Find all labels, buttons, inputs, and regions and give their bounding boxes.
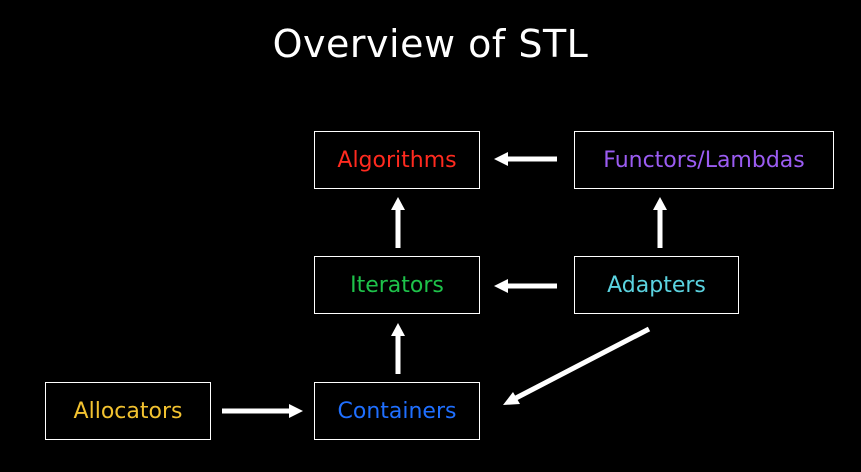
node-algorithms-label: Algorithms (337, 147, 457, 173)
arrow-allocators-to-containers (222, 404, 303, 418)
node-adapters: Adapters (574, 256, 739, 314)
arrow-iterators-to-algorithms (391, 197, 405, 248)
node-functors-lambdas: Functors/Lambdas (574, 131, 834, 189)
node-iterators-label: Iterators (350, 272, 444, 298)
node-containers: Containers (314, 382, 480, 440)
node-iterators: Iterators (314, 256, 480, 314)
arrow-containers-to-iterators (391, 323, 405, 374)
node-allocators-label: Allocators (73, 398, 183, 424)
node-containers-label: Containers (337, 398, 457, 424)
node-adapters-label: Adapters (607, 272, 706, 298)
arrow-adapters-to-iterators (494, 279, 557, 293)
node-functors-lambdas-label: Functors/Lambdas (603, 147, 805, 173)
arrow-adapters-to-containers (503, 326, 651, 405)
node-allocators: Allocators (45, 382, 211, 440)
arrow-functors-to-algorithms (494, 152, 557, 166)
arrow-adapters-to-functors (653, 197, 667, 248)
slide: Overview of STL Algorithms Functors/Lamb… (0, 0, 861, 472)
node-algorithms: Algorithms (314, 131, 480, 189)
